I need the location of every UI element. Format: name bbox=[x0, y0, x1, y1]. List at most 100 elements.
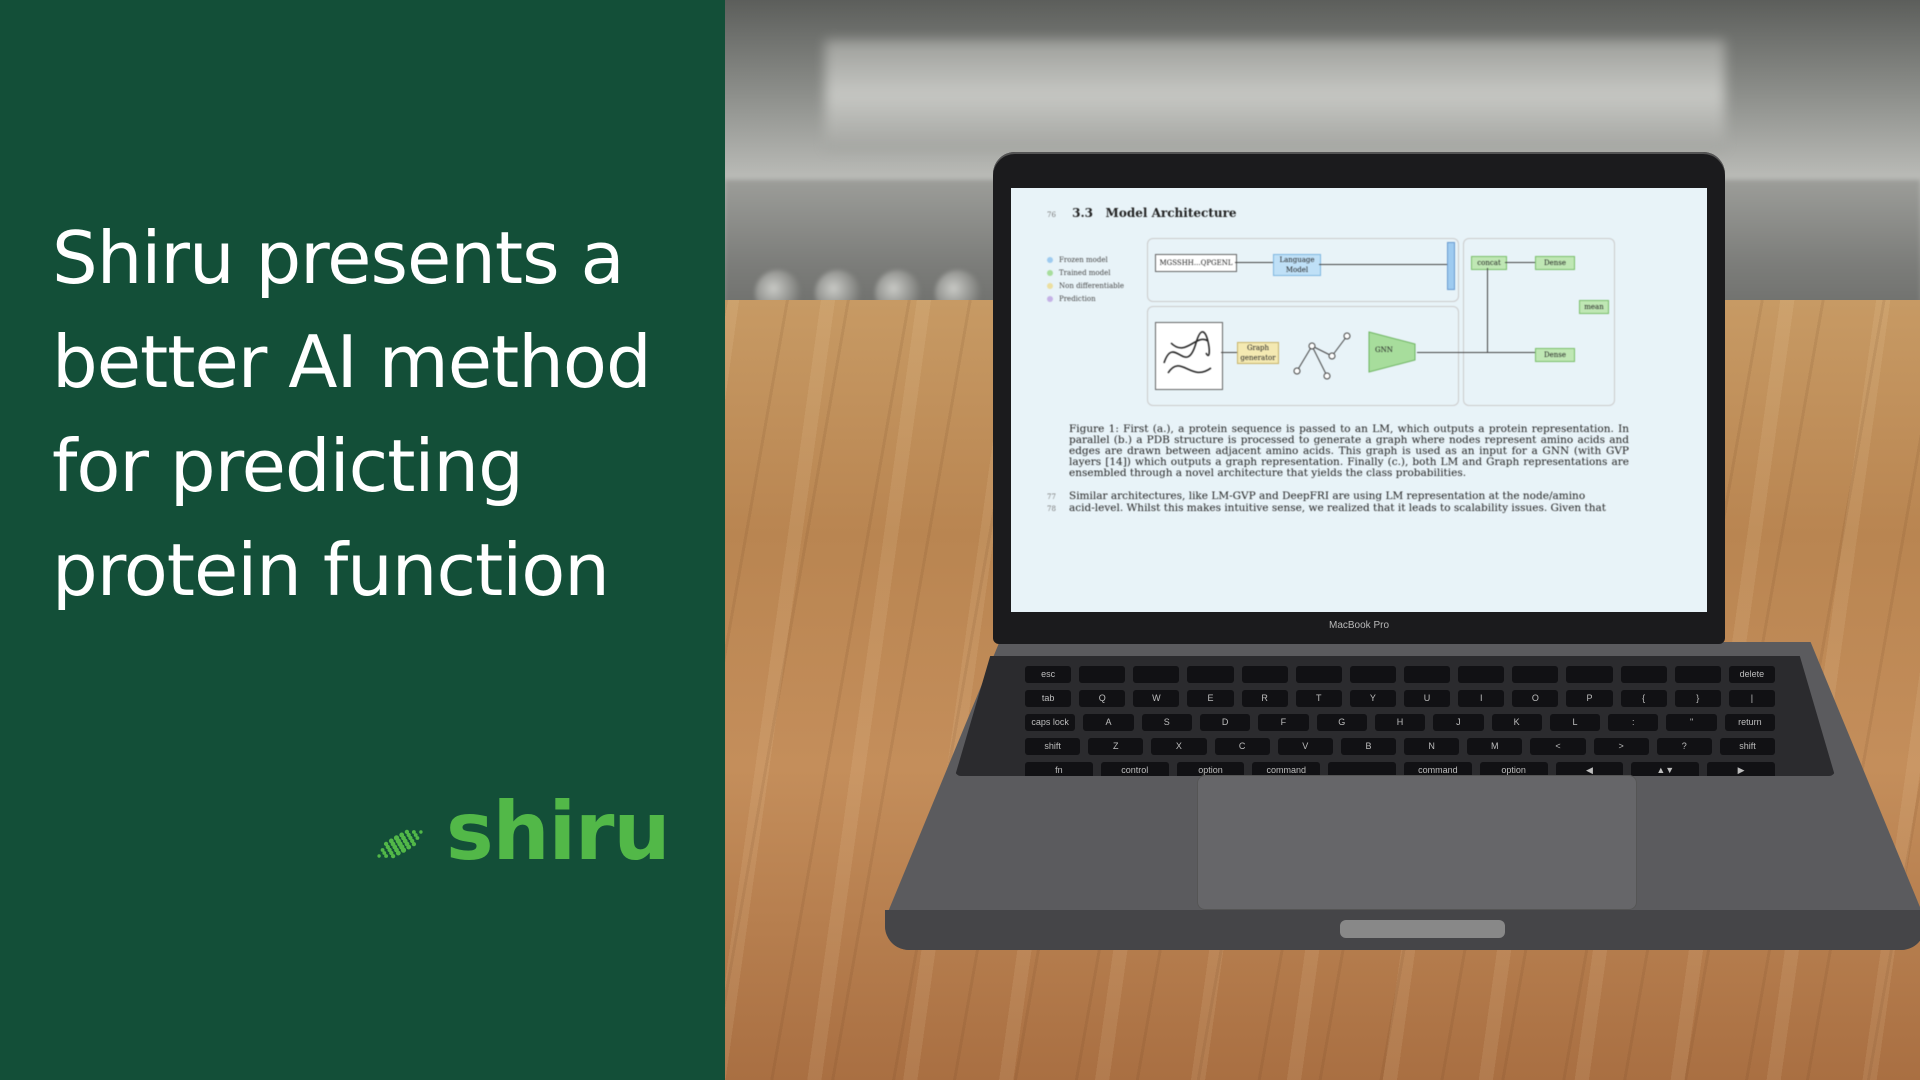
keyboard-key: return bbox=[1724, 714, 1776, 731]
graph-generator-box: Graph generator bbox=[1237, 342, 1279, 364]
keyboard-key: P bbox=[1566, 690, 1613, 707]
laptop-keyboard: esc delete tab Q W E R T Y U I O P {} | caps lock A S D F G H… bbox=[955, 656, 1835, 776]
keyboard-key: I bbox=[1458, 690, 1505, 707]
keyboard-key: X bbox=[1151, 738, 1207, 755]
concat-box: concat bbox=[1471, 256, 1507, 270]
mean-box: mean bbox=[1579, 300, 1609, 314]
keyboard-key: { bbox=[1620, 690, 1667, 707]
headline-line: Shiru presents a bbox=[52, 216, 625, 300]
paper-page: 76 3.3 Model Architecture Frozen model T… bbox=[1047, 206, 1687, 515]
keyboard-row: esc delete bbox=[1025, 666, 1775, 683]
graph-sketch bbox=[1293, 332, 1351, 380]
keyboard-key bbox=[1241, 666, 1288, 683]
keyboard-key: } bbox=[1674, 690, 1721, 707]
keyboard-key bbox=[1133, 666, 1180, 683]
keyboard-key bbox=[1349, 666, 1396, 683]
section-number: 3.3 bbox=[1072, 206, 1093, 220]
keyboard-key: V bbox=[1277, 738, 1333, 755]
keyboard-key: esc bbox=[1025, 666, 1072, 683]
headline-line: better AI method bbox=[52, 320, 652, 404]
promo-panel: Shiru presents a better AI method for pr… bbox=[0, 0, 725, 1080]
line-number: 76 bbox=[1047, 211, 1056, 219]
headline-line: for predicting bbox=[52, 424, 524, 508]
keyboard-key: G bbox=[1316, 714, 1367, 731]
trackpad bbox=[1197, 775, 1637, 910]
keyboard-key: C bbox=[1214, 738, 1270, 755]
paper-section-heading: 76 3.3 Model Architecture bbox=[1047, 206, 1687, 220]
headline: Shiru presents a better AI method for pr… bbox=[52, 206, 692, 622]
keyboard-row: tab Q W E R T Y U I O P {} | bbox=[1025, 690, 1775, 707]
keyboard-key: N bbox=[1404, 738, 1460, 755]
keyboard-key bbox=[1295, 666, 1342, 683]
keyboard-key: caps lock bbox=[1025, 714, 1076, 731]
laptop-photo: esc delete tab Q W E R T Y U I O P {} | caps lock A S D F G H… bbox=[725, 0, 1920, 1080]
keyboard-key: : bbox=[1608, 714, 1659, 731]
keyboard-key: M bbox=[1467, 738, 1523, 755]
keyboard-key bbox=[1458, 666, 1505, 683]
keyboard-key: D bbox=[1199, 714, 1251, 731]
figure-caption: Figure 1: First (a.), a protein sequence… bbox=[1069, 423, 1629, 479]
keyboard-key bbox=[1620, 666, 1667, 683]
keyboard-key: U bbox=[1403, 690, 1451, 707]
keyboard-key bbox=[1403, 666, 1451, 683]
gnn-label: GNN bbox=[1375, 346, 1393, 354]
section-title: Model Architecture bbox=[1105, 206, 1237, 220]
keyboard-key bbox=[1079, 666, 1126, 683]
keyboard-key bbox=[1512, 666, 1559, 683]
keyboard-key: | bbox=[1728, 690, 1775, 707]
keyboard-key: A bbox=[1083, 714, 1134, 731]
keyboard-key: delete bbox=[1728, 666, 1775, 683]
paper-body: 77 Similar architectures, like LM-GVP and… bbox=[1047, 491, 1629, 515]
keyboard-key: W bbox=[1133, 690, 1180, 707]
sequence-box: MGSSHH...QPGENL bbox=[1155, 254, 1237, 272]
keyboard-key: shift bbox=[1025, 738, 1081, 755]
architecture-diagram: Frozen model Trained model Non different… bbox=[1047, 230, 1687, 420]
diagram-legend: Frozen model Trained model Non different… bbox=[1047, 254, 1124, 306]
laptop-model-label: MacBook Pro bbox=[1328, 620, 1390, 631]
keyboard-row: caps lock A S D F G H J K L: " return bbox=[1025, 714, 1776, 731]
keyboard-key: J bbox=[1433, 714, 1484, 731]
keyboard-key: K bbox=[1491, 714, 1542, 731]
keyboard-key: > bbox=[1593, 738, 1649, 755]
keyboard-key: B bbox=[1340, 738, 1397, 755]
keyboard-key: ? bbox=[1656, 738, 1712, 755]
legend-item: Non differentiable bbox=[1047, 280, 1124, 293]
legend-item: Trained model bbox=[1047, 267, 1124, 280]
keyboard-key: L bbox=[1549, 714, 1601, 731]
logo-wordmark: shiru bbox=[446, 785, 670, 878]
laptop-lid: 76 3.3 Model Architecture Frozen model T… bbox=[993, 152, 1725, 644]
dotted-leaf-icon bbox=[377, 829, 423, 859]
line-number: 77 bbox=[1047, 493, 1056, 501]
keyboard-key: E bbox=[1187, 690, 1234, 707]
laptop-notch bbox=[1340, 920, 1505, 938]
keyboard-key: S bbox=[1141, 714, 1192, 731]
keyboard-key: R bbox=[1241, 690, 1288, 707]
line-number: 78 bbox=[1047, 505, 1056, 513]
dense-box: Dense bbox=[1535, 256, 1575, 270]
keyboard-key: shift bbox=[1719, 738, 1776, 755]
headline-line: protein function bbox=[52, 528, 610, 612]
keyboard-key: O bbox=[1512, 690, 1559, 707]
keyboard-key bbox=[1187, 666, 1234, 683]
keyboard-key: H bbox=[1374, 714, 1426, 731]
keyboard-key: F bbox=[1258, 714, 1309, 731]
body-line: acid-level. Whilst this makes intuitive … bbox=[1069, 502, 1606, 514]
keyboard-row: shift Z X C V B N M < >? shift bbox=[1025, 738, 1776, 755]
legend-item: Frozen model bbox=[1047, 254, 1124, 267]
keyboard-key: " bbox=[1666, 714, 1717, 731]
keyboard-key: Z bbox=[1088, 738, 1144, 755]
keyboard-key: T bbox=[1295, 690, 1342, 707]
keyboard-key: < bbox=[1530, 738, 1586, 755]
laptop-screen: 76 3.3 Model Architecture Frozen model T… bbox=[1011, 188, 1707, 612]
shiru-logo: shiru bbox=[362, 785, 670, 882]
legend-item: Prediction bbox=[1047, 293, 1124, 306]
protein-structure-image bbox=[1155, 322, 1223, 390]
dense-box: Dense bbox=[1535, 348, 1575, 362]
keyboard-key bbox=[1566, 666, 1613, 683]
keyboard-key: tab bbox=[1025, 690, 1072, 707]
keyboard-key: Y bbox=[1349, 690, 1396, 707]
body-line: Similar architectures, like LM-GVP and D… bbox=[1069, 490, 1586, 502]
keyboard-key bbox=[1674, 666, 1721, 683]
keyboard-key: Q bbox=[1079, 690, 1126, 707]
language-model-box: Language Model bbox=[1273, 254, 1321, 276]
